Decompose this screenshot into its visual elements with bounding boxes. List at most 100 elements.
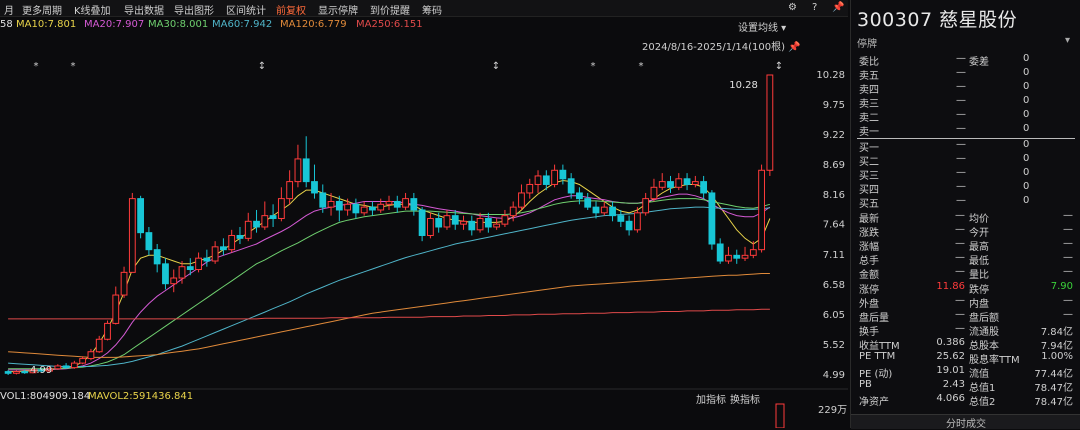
candle-body [716, 243, 724, 262]
candle-body [642, 198, 650, 214]
sell-level-volume: 0 [1023, 95, 1030, 106]
stat-row: 涨停 11.86 跌停 7.90 [851, 281, 1080, 296]
stat-value-secondary: 7.94亿 [1040, 340, 1073, 352]
candle-body [335, 200, 343, 211]
buy-level-volume: 0 [1023, 181, 1030, 192]
candle-body [54, 365, 62, 370]
y-tick-label: 7.64 [823, 220, 845, 231]
candle-body [360, 206, 368, 214]
buy-level-volume: 0 [1023, 195, 1030, 206]
intraday-trades-tab[interactable]: 分时成交 [851, 414, 1080, 430]
stat-label: 涨幅 [859, 242, 879, 254]
candle-body [21, 371, 29, 374]
sell-level-row: 卖五 — 0 [851, 67, 1080, 82]
high-price-label: 10.28 [729, 80, 758, 91]
stat-value: — [955, 294, 965, 306]
buy-level-volume: 0 [1023, 153, 1030, 164]
quote-panel: 300307 慈星股份 停牌 ▾ 委比 — 委差 0 卖五 —0 卖四 —0 卖三 —0 卖… [850, 0, 1080, 430]
sell-level-label: 卖五 [859, 71, 879, 82]
candle-body [675, 178, 683, 188]
event-marker: * [34, 61, 39, 72]
vol1-label: VOL1:804909.184 [0, 391, 91, 402]
stat-label-secondary: 跌停 [969, 284, 989, 296]
candle-body [145, 232, 153, 251]
buy-level-price: — [956, 139, 966, 150]
stat-label-secondary: 流通股 [969, 326, 999, 338]
candle-body [70, 362, 78, 369]
candle-body [269, 215, 277, 219]
sell-level-label: 卖二 [859, 113, 879, 124]
sell-level-price: — [956, 109, 966, 120]
candle-body [385, 200, 393, 205]
stat-row: 金额 — 量比 — [851, 266, 1080, 282]
candle-body [484, 217, 492, 228]
buy-level-price: — [956, 195, 966, 206]
candle-body [87, 351, 95, 360]
stat-label: 净资产 [859, 397, 889, 409]
event-marker: * [71, 61, 76, 72]
wei-cha-label: 委差 [969, 57, 989, 68]
sell-level-label: 卖一 [859, 127, 879, 138]
stat-row: 盘后量 — 盘后额 — [851, 308, 1080, 324]
candle-body [733, 254, 741, 259]
candle-body [551, 169, 558, 185]
stat-row: 总手 — 最低 — [851, 252, 1080, 268]
stat-value-secondary: — [1063, 252, 1073, 264]
volume-scale-label: 229万 [818, 405, 848, 416]
stat-label-secondary: 总值1 [969, 383, 996, 395]
sell-level-row: 卖一 — 0 [851, 123, 1080, 138]
candle-body [509, 206, 517, 217]
y-tick-label: 8.16 [823, 190, 845, 201]
stat-value-secondary: — [1063, 266, 1073, 278]
stat-label-secondary: 最低 [969, 256, 989, 268]
candle-body [203, 257, 211, 262]
panel-menu-icon[interactable]: ▾ [1065, 35, 1070, 46]
candle-body [501, 215, 509, 225]
stat-label: 金额 [859, 270, 879, 282]
candle-body [708, 192, 716, 245]
buy-level-row: 买五 — 0 [851, 195, 1080, 210]
candle-body [542, 175, 550, 185]
y-tick-label: 9.75 [823, 100, 845, 111]
add-indicator-button[interactable]: 加指标 [696, 391, 726, 406]
candle-body [13, 371, 20, 374]
event-marker: ↕ [258, 61, 266, 72]
candle-body [518, 192, 525, 208]
candle-body [749, 249, 757, 256]
candle-body [633, 212, 641, 231]
candle-body [725, 254, 732, 262]
sell-level-price: — [956, 123, 966, 134]
stat-label-secondary: 量比 [969, 270, 989, 282]
candle-body [592, 206, 600, 214]
candle-body [493, 223, 501, 228]
candle-body [195, 257, 202, 271]
buy-level-row: 买一 — 0 [851, 139, 1080, 154]
y-tick-label: 6.05 [823, 310, 845, 321]
stat-label: 涨跌 [859, 228, 879, 240]
status-badge: 停牌 [857, 39, 877, 50]
candle-body [62, 365, 70, 369]
candle-body [344, 203, 352, 211]
candle-body [410, 198, 418, 211]
candle-body [95, 338, 103, 353]
candle-body [576, 192, 583, 200]
stat-value: 0.386 [936, 336, 965, 348]
stat-row: PE TTM 25.62 股息率TTM 1.00% [851, 351, 1080, 366]
stat-value-secondary: — [1063, 308, 1073, 320]
stat-label: PB [859, 379, 872, 391]
y-tick-label: 7.11 [823, 250, 845, 261]
buy-level-label: 买三 [859, 171, 879, 182]
y-tick-label: 8.69 [823, 160, 845, 171]
candle-body [617, 215, 625, 222]
swap-indicator-button[interactable]: 换指标 [730, 391, 760, 406]
candle-body [658, 181, 666, 188]
volume-bar [775, 403, 785, 428]
buy-level-volume: 0 [1023, 167, 1030, 178]
y-tick-label: 4.99 [823, 370, 845, 381]
buy-level-price: — [956, 167, 966, 178]
event-marker: * [639, 61, 644, 72]
stat-label: PE (动) [859, 369, 893, 381]
stat-value: — [955, 224, 965, 236]
candlestick-chart[interactable]: 10.28 9.75 9.22 8.69 8.16 7.64 7.11 6.58 6.05 5.5… [0, 0, 848, 428]
stat-value-secondary: 77.44亿 [1034, 369, 1073, 381]
